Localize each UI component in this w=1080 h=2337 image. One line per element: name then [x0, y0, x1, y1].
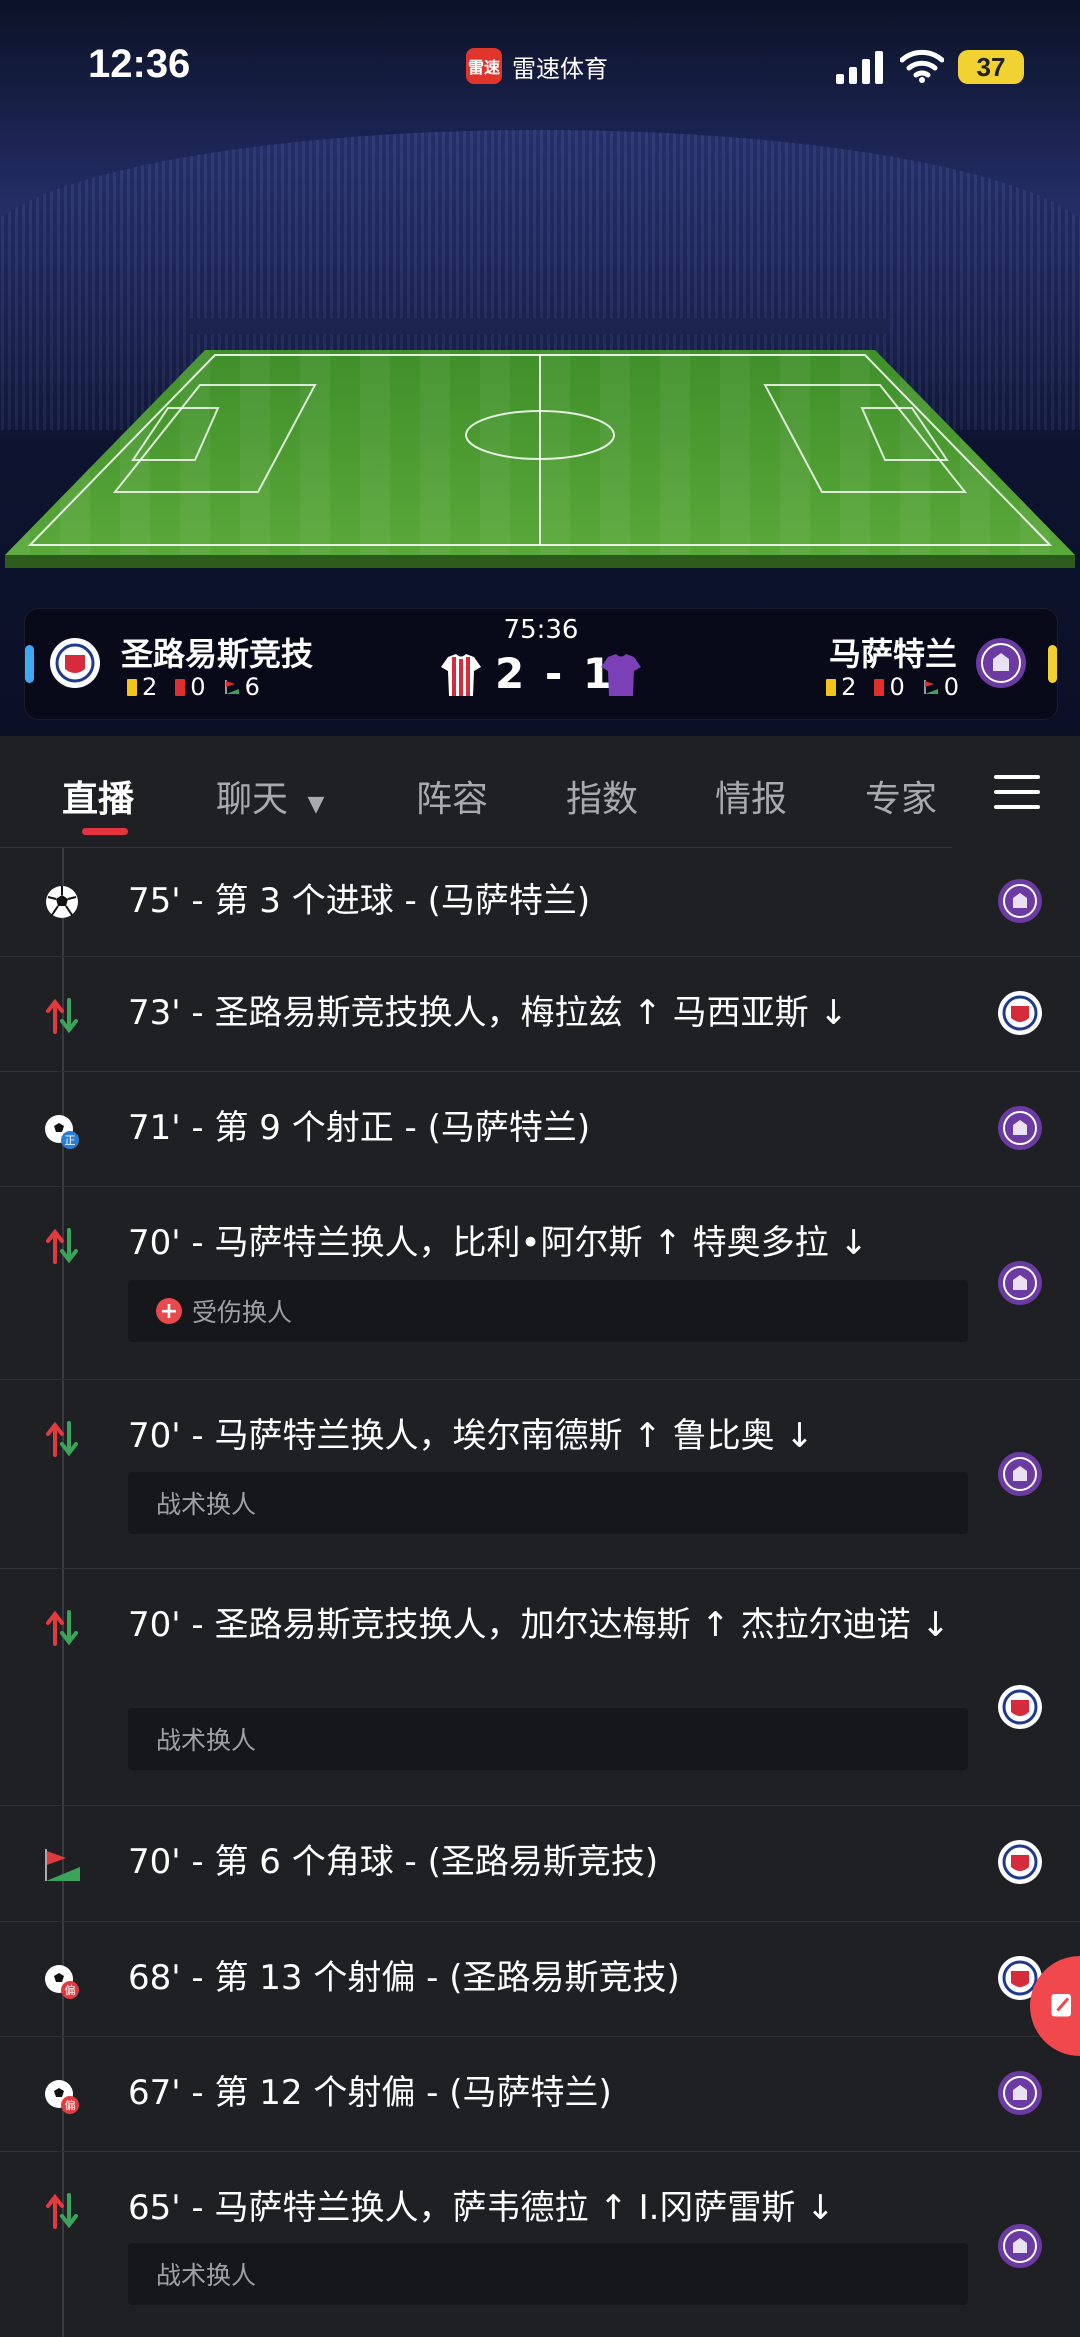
wifi-icon [900, 49, 944, 83]
event-row: 偏 68' - 第 13 个射偏 - (圣路易斯竞技) [0, 1921, 1080, 2037]
event-note: 战术换人 [128, 1708, 968, 1770]
substitution-icon [46, 1228, 78, 1264]
event-row: 65' - 马萨特兰换人，萨韦德拉 ↑ I.冈萨雷斯 ↓ 战术换人 [0, 2151, 1080, 2337]
svg-text:偏: 偏 [65, 1983, 76, 1997]
away-red-count: 0 [889, 673, 905, 701]
home-corner-count: 6 [244, 673, 260, 701]
svg-text:正: 正 [65, 1134, 76, 1147]
home-team-badge-icon [998, 1840, 1042, 1884]
tab-live[interactable]: 直播 [62, 770, 134, 822]
substitution-icon [46, 1610, 78, 1646]
tab-odds[interactable]: 指数 [566, 770, 638, 822]
battery-indicator: 37 [958, 50, 1024, 84]
yellow-card-icon [826, 678, 837, 696]
away-team-name: 马萨特兰 [828, 635, 957, 673]
event-note: + 受伤换人 [128, 1280, 968, 1342]
corner-flag-icon [45, 1849, 80, 1881]
score-separator: - [544, 649, 563, 698]
shot-off-target-icon: 偏 [45, 2080, 79, 2114]
away-team-badge-icon [998, 2071, 1042, 2115]
goal-icon [46, 886, 78, 918]
status-bar: 12:36 雷速 雷速体育 37 [0, 0, 1080, 130]
away-team-badge-icon [998, 879, 1042, 923]
event-text: 71' - 第 9 个射正 - (马萨特兰) [128, 1108, 591, 1148]
event-text: 67' - 第 12 个射偏 - (马萨特兰) [128, 2073, 612, 2113]
event-text: 70' - 第 6 个角球 - (圣路易斯竞技) [128, 1842, 659, 1882]
away-team-badge-icon [998, 2224, 1042, 2268]
active-tab-indicator [82, 828, 128, 835]
shot-off-target-icon: 偏 [45, 1965, 79, 1999]
app-badge: 雷速 雷速体育 [466, 48, 608, 84]
away-yellow-count: 2 [841, 673, 857, 701]
event-note: 战术换人 [128, 2243, 968, 2305]
pitch-illustration [5, 318, 1075, 568]
event-text: 70' - 马萨特兰换人，埃尔南德斯 ↑ 鲁比奥 ↓ [128, 1416, 814, 1456]
event-row: 70' - 第 6 个角球 - (圣路易斯竞技) [0, 1805, 1080, 1922]
edit-icon [1051, 1994, 1071, 2017]
substitution-icon [46, 998, 78, 1034]
app-name: 雷速体育 [512, 54, 608, 83]
away-team-badge-icon [998, 1106, 1042, 1150]
app-logo-icon: 雷速 [466, 48, 502, 84]
event-text: 75' - 第 3 个进球 - (马萨特兰) [128, 881, 591, 921]
injury-icon: + [156, 1298, 182, 1324]
event-text: 68' - 第 13 个射偏 - (圣路易斯竞技) [128, 1958, 680, 1998]
corner-flag-icon [224, 680, 239, 694]
home-kit-icon [441, 654, 481, 696]
event-text: 70' - 马萨特兰换人，比利•阿尔斯 ↑ 特奥多拉 ↓ [128, 1223, 868, 1263]
away-team-badge-icon [998, 1261, 1042, 1305]
home-score: 2 [495, 649, 525, 698]
status-time: 12:36 [88, 42, 191, 86]
tab-intel[interactable]: 情报 [715, 770, 787, 822]
away-team-logo-icon [976, 638, 1026, 688]
home-team-badge-icon [998, 1685, 1042, 1729]
chevron-down-icon: ▼ [307, 792, 325, 817]
svg-text:偏: 偏 [65, 2098, 76, 2112]
home-team-stats: 2 0 6 [127, 673, 260, 701]
red-card-icon [874, 678, 885, 696]
scoreboard[interactable]: 圣路易斯竞技 2 0 6 75:36 2 - 1 马萨特兰 2 0 0 [24, 608, 1058, 720]
event-note: 战术换人 [128, 1472, 968, 1534]
event-row: 73' - 圣路易斯竞技换人，梅拉兹 ↑ 马西亚斯 ↓ [0, 956, 1080, 1072]
event-text: 65' - 马萨特兰换人，萨韦德拉 ↑ I.冈萨雷斯 ↓ [128, 2188, 835, 2228]
home-team-badge-icon [998, 991, 1042, 1035]
event-row: 70' - 圣路易斯竞技换人，加尔达梅斯 ↑ 杰拉尔迪诺 ↓ 战术换人 [0, 1568, 1080, 1806]
event-text: 73' - 圣路易斯竞技换人，梅拉兹 ↑ 马西亚斯 ↓ [128, 993, 848, 1033]
event-row: 正 71' - 第 9 个射正 - (马萨特兰) [0, 1071, 1080, 1187]
tab-chat[interactable]: 聊天 ▼ [216, 770, 324, 822]
away-team-badge-icon [998, 1452, 1042, 1496]
red-card-icon [175, 678, 186, 696]
match-score: 2 - 1 [495, 649, 612, 698]
away-team-stats: 2 0 0 [826, 673, 959, 701]
stadium-header: 12:36 雷速 雷速体育 37 圣路易斯竞技 2 0 6 75:36 2 - … [0, 0, 1080, 736]
tab-experts[interactable]: 专家 [865, 770, 937, 822]
event-row: 70' - 马萨特兰换人，比利•阿尔斯 ↑ 特奥多拉 ↓ + 受伤换人 [0, 1186, 1080, 1380]
yellow-card-icon [127, 678, 137, 696]
home-side-marker [25, 645, 34, 683]
event-note-text: 受伤换人 [192, 1298, 293, 1327]
home-red-count: 0 [190, 673, 206, 701]
event-row: 70' - 马萨特兰换人，埃尔南德斯 ↑ 鲁比奥 ↓ 战术换人 [0, 1379, 1080, 1569]
menu-icon[interactable] [994, 773, 1040, 811]
tab-bar: 直播 聊天 ▼ 阵容 指数 情报 专家 [0, 736, 1080, 848]
substitution-icon [46, 2193, 78, 2229]
away-corner-count: 0 [943, 673, 959, 701]
event-row: 偏 67' - 第 12 个射偏 - (马萨特兰) [0, 2036, 1080, 2152]
tab-chat-label: 聊天 [216, 779, 289, 820]
corner-flag-icon [923, 680, 938, 694]
tab-lineup[interactable]: 阵容 [416, 770, 488, 822]
away-kit-icon [601, 654, 641, 696]
cellular-signal-icon [836, 51, 883, 84]
shot-on-target-icon: 正 [45, 1115, 79, 1149]
event-row: 75' - 第 3 个进球 - (马萨特兰) [0, 848, 1080, 957]
home-yellow-count: 2 [142, 673, 158, 701]
substitution-icon [46, 1421, 78, 1457]
event-text: 70' - 圣路易斯竞技换人，加尔达梅斯 ↑ 杰拉尔迪诺 ↓ [128, 1605, 950, 1645]
away-side-marker [1048, 645, 1057, 683]
